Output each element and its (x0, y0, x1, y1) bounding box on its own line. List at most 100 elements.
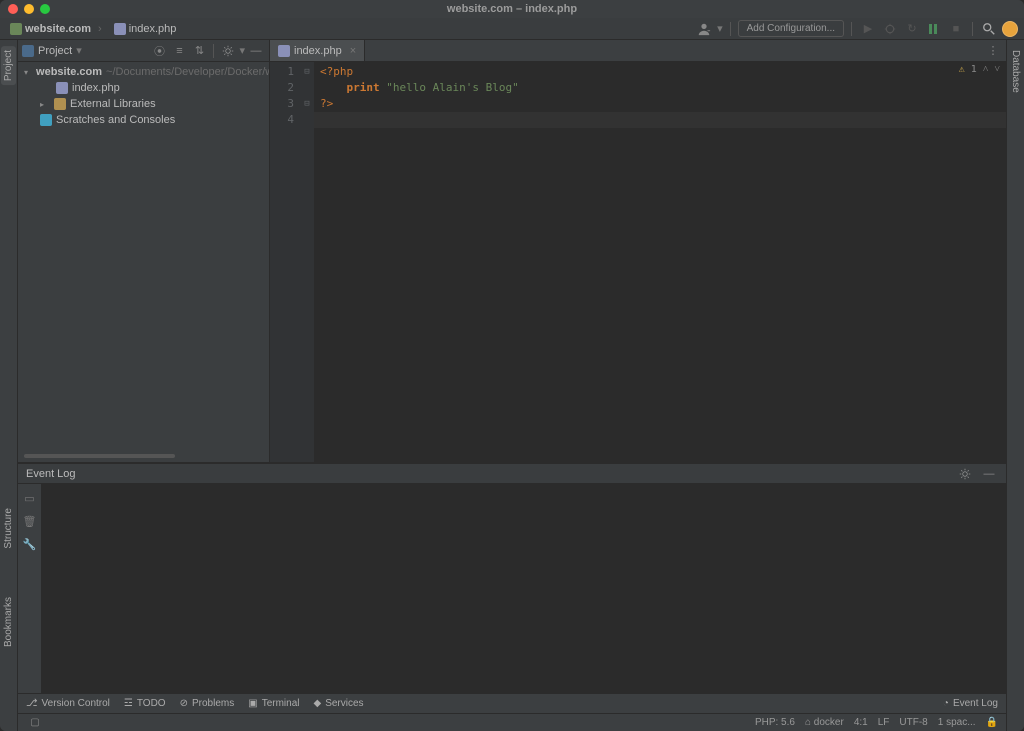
tool-tab-structure[interactable]: Structure (1, 504, 16, 553)
tool-tab-project[interactable]: Project (1, 46, 16, 85)
terminal-icon: ▣ (248, 698, 257, 709)
tree-file[interactable]: index.php (18, 80, 269, 96)
coverage-button[interactable]: ↻ (903, 20, 921, 38)
select-opened-file-icon[interactable]: ⦿ (150, 42, 168, 60)
event-log-body: ▭ 🗑 🔧 (18, 484, 1006, 693)
collapse-all-icon[interactable]: ⇅ (190, 42, 208, 60)
next-highlight-icon[interactable]: ˅ (994, 64, 1000, 75)
user-menu-icon[interactable] (695, 20, 713, 38)
library-icon (54, 98, 66, 110)
lock-icon[interactable]: 🔒 (986, 717, 998, 728)
gear-icon[interactable] (956, 465, 974, 483)
code-editor[interactable]: 1234 ⊟⊟ ⚠ 1 ˄ ˅ <?php print "hello Alain… (270, 62, 1006, 462)
settings-icon[interactable] (219, 42, 237, 60)
more-run-button[interactable]: ■ (947, 20, 965, 38)
event-log-header: Event Log — (18, 464, 1006, 484)
breadcrumb-file[interactable]: index.php (110, 22, 181, 36)
add-configuration-button[interactable]: Add Configuration... (738, 20, 844, 37)
trash-icon[interactable]: 🗑 (23, 515, 37, 528)
tool-tab-bookmarks[interactable]: Bookmarks (1, 593, 16, 651)
home-icon: ⌂ (805, 717, 811, 728)
expand-all-icon[interactable]: ≡ (170, 42, 188, 60)
close-window-button[interactable] (8, 4, 18, 14)
main: Project Structure Bookmarks Project ▾ (0, 40, 1024, 731)
breadcrumb-project[interactable]: website.com (6, 22, 106, 36)
stop-button[interactable] (925, 20, 943, 38)
hide-tool-window-icon[interactable]: — (247, 42, 265, 60)
tree-file-label: index.php (72, 82, 120, 94)
editor-area: index.php × ⋮ 1234 ⊟⊟ ⚠ 1 (270, 40, 1006, 462)
project-header-label: Project (38, 45, 72, 57)
project-view-icon (22, 45, 34, 57)
tool-event-log[interactable]: ◔Event Log (943, 698, 998, 709)
php-file-icon (56, 82, 68, 94)
wrench-icon[interactable]: 🔧 (23, 538, 37, 551)
eventlog-icon: ◔ (943, 698, 949, 709)
tree-scratches[interactable]: Scratches and Consoles (18, 112, 269, 128)
problems-icon: ⊘ (180, 698, 188, 709)
tool-services[interactable]: ◆Services (313, 698, 363, 709)
navbar: website.com index.php ▾ Add Configuratio… (0, 18, 1024, 40)
branch-icon: ⎇ (26, 698, 38, 709)
chevron-down-icon[interactable]: ▾ (239, 44, 245, 57)
avatar[interactable] (1002, 21, 1018, 37)
maximize-window-button[interactable] (40, 4, 50, 14)
scrollbar[interactable] (24, 454, 175, 458)
scratch-icon (40, 114, 52, 126)
status-caret[interactable]: 4:1 (854, 717, 868, 728)
tool-tab-database[interactable]: Database (1008, 46, 1023, 97)
todo-icon: ☲ (124, 698, 133, 709)
inspection-widget[interactable]: ⚠ 1 ˄ ˅ (959, 64, 1000, 75)
warning-count: 1 (971, 64, 977, 75)
warning-icon: ⚠ (959, 64, 965, 75)
tool-todo[interactable]: ☲TODO (124, 698, 166, 709)
php-file-icon (114, 23, 126, 35)
minimize-window-button[interactable] (24, 4, 34, 14)
tool-problems[interactable]: ⊘Problems (180, 698, 235, 709)
status-encoding[interactable]: UTF-8 (899, 717, 927, 728)
prev-highlight-icon[interactable]: ˄ (983, 64, 989, 75)
chevron-down-icon[interactable]: ▾ (76, 44, 82, 57)
event-log-content[interactable] (42, 484, 1006, 693)
hide-tool-window-icon[interactable]: — (980, 465, 998, 483)
project-icon (10, 23, 22, 35)
project-header: Project ▾ ⦿ ≡ ⇅ ▾ — (18, 40, 269, 62)
tree-scratches-label: Scratches and Consoles (56, 114, 175, 126)
close-tab-icon[interactable]: × (350, 45, 356, 57)
services-icon: ◆ (313, 698, 321, 709)
run-button[interactable]: ▶ (859, 20, 877, 38)
status-linesep[interactable]: LF (878, 717, 890, 728)
center-column: Project ▾ ⦿ ≡ ⇅ ▾ — (18, 40, 1006, 731)
tree-root[interactable]: ▾ website.com ~/Documents/Developer/Dock… (18, 64, 269, 80)
project-tree[interactable]: ▾ website.com ~/Documents/Developer/Dock… (18, 62, 269, 454)
breadcrumb-file-label: index.php (129, 23, 177, 35)
tool-version-control[interactable]: ⎇Version Control (26, 698, 110, 709)
status-docker[interactable]: ⌂ docker (805, 717, 844, 728)
editor-tab[interactable]: index.php × (270, 40, 365, 61)
debug-button[interactable] (881, 20, 899, 38)
right-tool-gutter: Database (1006, 40, 1024, 731)
tree-external-label: External Libraries (70, 98, 156, 110)
bottom-tool-bar: ⎇Version Control ☲TODO ⊘Problems ▣Termin… (18, 693, 1006, 713)
chevron-down-icon[interactable]: ▾ (24, 68, 28, 77)
status-bar: ▢ PHP: 5.6 ⌂ docker 4:1 LF UTF-8 1 spac.… (18, 713, 1006, 731)
editor-tabs-more-icon[interactable]: ⋮ (984, 42, 1002, 60)
status-indent[interactable]: 1 spac... (938, 717, 976, 728)
tree-external-libraries[interactable]: ▸ External Libraries (18, 96, 269, 112)
tree-root-label: website.com (36, 66, 102, 78)
tool-windows-quick-access-icon[interactable]: ▢ (26, 714, 44, 731)
search-everywhere-icon[interactable] (980, 20, 998, 38)
tree-root-path: ~/Documents/Developer/Docker/ww (106, 66, 269, 78)
window-title: website.com – index.php (0, 3, 1024, 15)
chevron-right-icon[interactable]: ▸ (40, 100, 50, 109)
status-php[interactable]: PHP: 5.6 (755, 717, 795, 728)
left-tool-gutter: Project Structure Bookmarks (0, 40, 18, 731)
php-file-icon (278, 45, 290, 57)
tool-terminal[interactable]: ▣Terminal (248, 698, 299, 709)
navbar-right: ▾ Add Configuration... ▶ ↻ ■ (695, 20, 1018, 38)
event-log-toolbar: ▭ 🗑 🔧 (18, 484, 42, 693)
code-body[interactable]: ⚠ 1 ˄ ˅ <?php print "hello Alain's Blog"… (314, 62, 1006, 462)
titlebar: website.com – index.php (0, 0, 1024, 18)
filter-icon[interactable]: ▭ (24, 492, 34, 505)
breadcrumb-project-label: website.com (25, 23, 91, 35)
